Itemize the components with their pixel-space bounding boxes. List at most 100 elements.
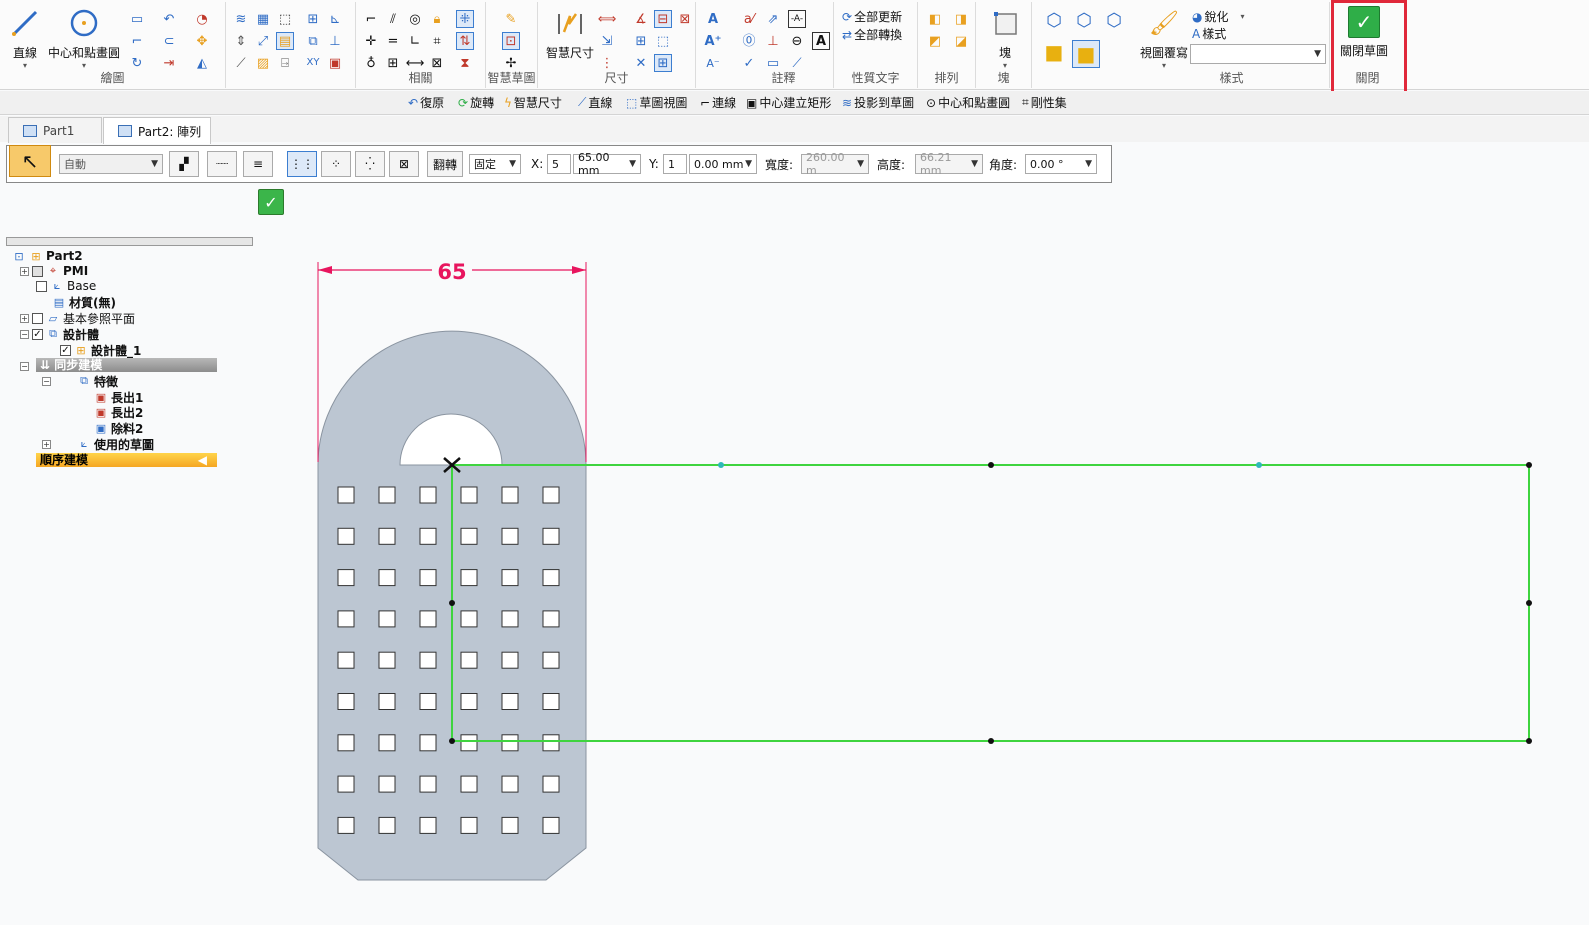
tree-ref-planes[interactable]: + ▱ 基本參照平面 (20, 310, 135, 326)
style-button[interactable]: A 樣式 (1192, 25, 1226, 42)
height-combo[interactable]: 66.21 mm ▼ (915, 151, 983, 177)
stretch-icon[interactable]: ⟋ (232, 54, 250, 72)
cmd-project-to-sketch[interactable]: ≋ 投影到草圖 (842, 94, 914, 111)
view-dimetric-icon[interactable]: ⬡ (1072, 10, 1096, 32)
trim-icon[interactable]: ⊂ (160, 32, 178, 50)
relationship-handles-icon[interactable]: ⇅ (456, 32, 474, 50)
surface-texture-icon[interactable]: ⊖ (788, 32, 806, 50)
rectangle-icon[interactable]: ▭ (128, 10, 146, 28)
tree-material[interactable]: ▤ 材質(無) (52, 294, 116, 310)
leader-icon[interactable]: ⇗ (764, 10, 782, 28)
corner-tool-icon[interactable]: ⊾ (326, 10, 344, 28)
grid-tool-icon[interactable]: ▦ (254, 10, 272, 28)
tree-protrude2[interactable]: ▣ 長出2 (94, 404, 144, 420)
line-button[interactable]: 直線 ▾ (8, 6, 42, 70)
zone-tool-icon[interactable]: ⊞ (304, 10, 322, 28)
curve-icon[interactable]: ◔ (193, 10, 211, 28)
collapse-icon[interactable]: − (20, 329, 29, 339)
x-spacing-combo[interactable]: 65.00 mm ▼ (573, 151, 641, 177)
cmd-rigid-set[interactable]: ⌗ 剛性集 (1022, 94, 1067, 111)
block-button[interactable]: 塊 ▾ (988, 6, 1022, 70)
ordered-modeling-bar[interactable]: 順序建模 ◀ (36, 453, 217, 467)
shaded-icon[interactable]: ■ (1042, 40, 1066, 64)
view-override-button[interactable]: 🖌︎ 視圖覆寫 ▾ (1140, 6, 1188, 70)
bring-to-front-icon[interactable]: ◨ (952, 10, 970, 28)
y-count-input[interactable]: 1 (663, 151, 687, 177)
fillet-icon[interactable]: ⌐ (128, 32, 146, 50)
concentric-icon[interactable]: ◎ (406, 10, 424, 28)
tab-part1[interactable]: Part1 (8, 117, 102, 143)
rigid-set-icon[interactable]: ⌗ (428, 32, 446, 50)
tab-part2[interactable]: Part2: 陣列 (103, 117, 211, 144)
xy-icon[interactable]: XY (304, 54, 322, 72)
text-decrease-icon[interactable]: A⁻ (704, 54, 722, 72)
cmd-center-circle[interactable]: ⊙ 中心和點畫圓 (926, 94, 1010, 111)
view-iso-icon[interactable]: ⬡ (1042, 10, 1066, 32)
parallel-icon[interactable]: ⫽ (384, 10, 402, 28)
cmd-smart-dimension[interactable]: ϟ 智慧尺寸 (504, 94, 562, 111)
mode-combo[interactable]: 自動 ▼ (59, 151, 163, 177)
accept-button[interactable]: ✓ (258, 189, 284, 215)
design-body-1-checkbox[interactable]: ✓ (60, 344, 71, 356)
dimension-style-icon[interactable]: ⬚ (654, 32, 672, 50)
expand-icon[interactable]: + (20, 313, 29, 323)
angle-combo[interactable]: 0.00 ° ▼ (1025, 151, 1097, 177)
text-increase-icon[interactable]: A⁺ (704, 32, 722, 50)
x-count-input[interactable]: 5 (547, 151, 571, 177)
tree-cutout2[interactable]: ▣ 除料2 (94, 420, 144, 436)
flip-button[interactable]: 翻轉 (427, 151, 463, 177)
shaded-edges-icon[interactable]: ■ (1072, 40, 1100, 68)
dimension-text[interactable]: 65 (437, 260, 466, 284)
text-icon[interactable]: A (812, 32, 830, 50)
angle-between-icon[interactable]: ∡ (632, 10, 650, 28)
tree-base[interactable]: ⟀ Base (36, 278, 96, 294)
tree-features[interactable]: − ⧉ 特徵 (42, 373, 118, 389)
select-tool-button[interactable]: ↖ (9, 145, 51, 177)
cmd-center-rectangle[interactable]: ▣ 中心建立矩形 (746, 94, 831, 111)
lock-icon[interactable]: 🔒︎ (428, 10, 446, 28)
pattern-origin-marker[interactable] (443, 457, 461, 473)
tree-pmi[interactable]: + ⌖ PMI (20, 263, 88, 279)
line-type-button[interactable]: ┈┈ (207, 151, 237, 177)
scale-icon[interactable]: ⤢ (254, 32, 272, 50)
pattern-boundary-rectangle[interactable] (449, 462, 1532, 744)
convert-all-button[interactable]: ⇄ 全部轉換 (842, 26, 902, 43)
tree-design-body-1[interactable]: ✓ ⊞ 設計體_1 (60, 342, 141, 358)
pattern-fit-button[interactable]: ⋮⋮ (287, 151, 317, 177)
tree-used-sketches[interactable]: + ⟀ 使用的草圖 (42, 436, 154, 452)
send-backward-icon[interactable]: ◩ (926, 32, 944, 50)
line-width-button[interactable]: ≡ (243, 151, 273, 177)
chamfer-dimension-icon[interactable]: ⇲ (598, 32, 616, 50)
move-icon[interactable]: ✥ (193, 32, 211, 50)
spacing-icon[interactable]: ⇕ (232, 32, 250, 50)
coordinate-dimension-icon[interactable]: ⊠ (676, 10, 694, 28)
pattern-fill-button[interactable]: ⁘ (321, 151, 351, 177)
connect-icon[interactable]: ⌐ (362, 10, 380, 28)
sketch-tool-icon[interactable]: ≋ (232, 10, 250, 28)
bring-forward-icon[interactable]: ◧ (926, 10, 944, 28)
datum-icon[interactable]: ⊥ (764, 32, 782, 50)
distance-between-icon[interactable]: ⟺ (598, 10, 617, 28)
angular-coordinate-icon[interactable]: ⊞ (632, 32, 650, 50)
base-checkbox[interactable] (36, 280, 47, 292)
send-to-back-icon[interactable]: ◪ (952, 32, 970, 50)
select-tool-icon[interactable]: ⬚ (276, 10, 294, 28)
arc-icon[interactable]: ↶ (160, 10, 178, 28)
collapse-icon[interactable]: − (20, 361, 29, 371)
tree-design-body[interactable]: − ✓ ⧉ 設計體 (20, 326, 99, 342)
table-icon[interactable]: ▣ (326, 54, 344, 72)
view-trimetric-icon[interactable]: ⬡ (1102, 10, 1126, 32)
width-combo[interactable]: 260.00 m ▼ (801, 151, 869, 177)
color-button[interactable]: ▞ (169, 151, 199, 177)
update-all-button[interactable]: ⟳ 全部更新 (842, 8, 902, 25)
pathfinder-header[interactable] (6, 237, 253, 246)
intellisketch-relate-icon[interactable]: ⁜ (456, 10, 474, 28)
style-combo[interactable]: ▼ (1190, 44, 1326, 64)
tree-sync-collapse[interactable]: − (20, 358, 29, 374)
hatch-icon[interactable]: ▨ (254, 54, 272, 72)
align-icon[interactable]: ⊥ (326, 32, 344, 50)
text-box-icon[interactable]: ⍈ (276, 54, 294, 72)
center-circle-button[interactable]: 中心和點畫圓 ▾ (48, 6, 120, 70)
ref-planes-checkbox[interactable] (32, 312, 43, 324)
cmd-rotate[interactable]: ⟳ 旋轉 (458, 94, 494, 111)
